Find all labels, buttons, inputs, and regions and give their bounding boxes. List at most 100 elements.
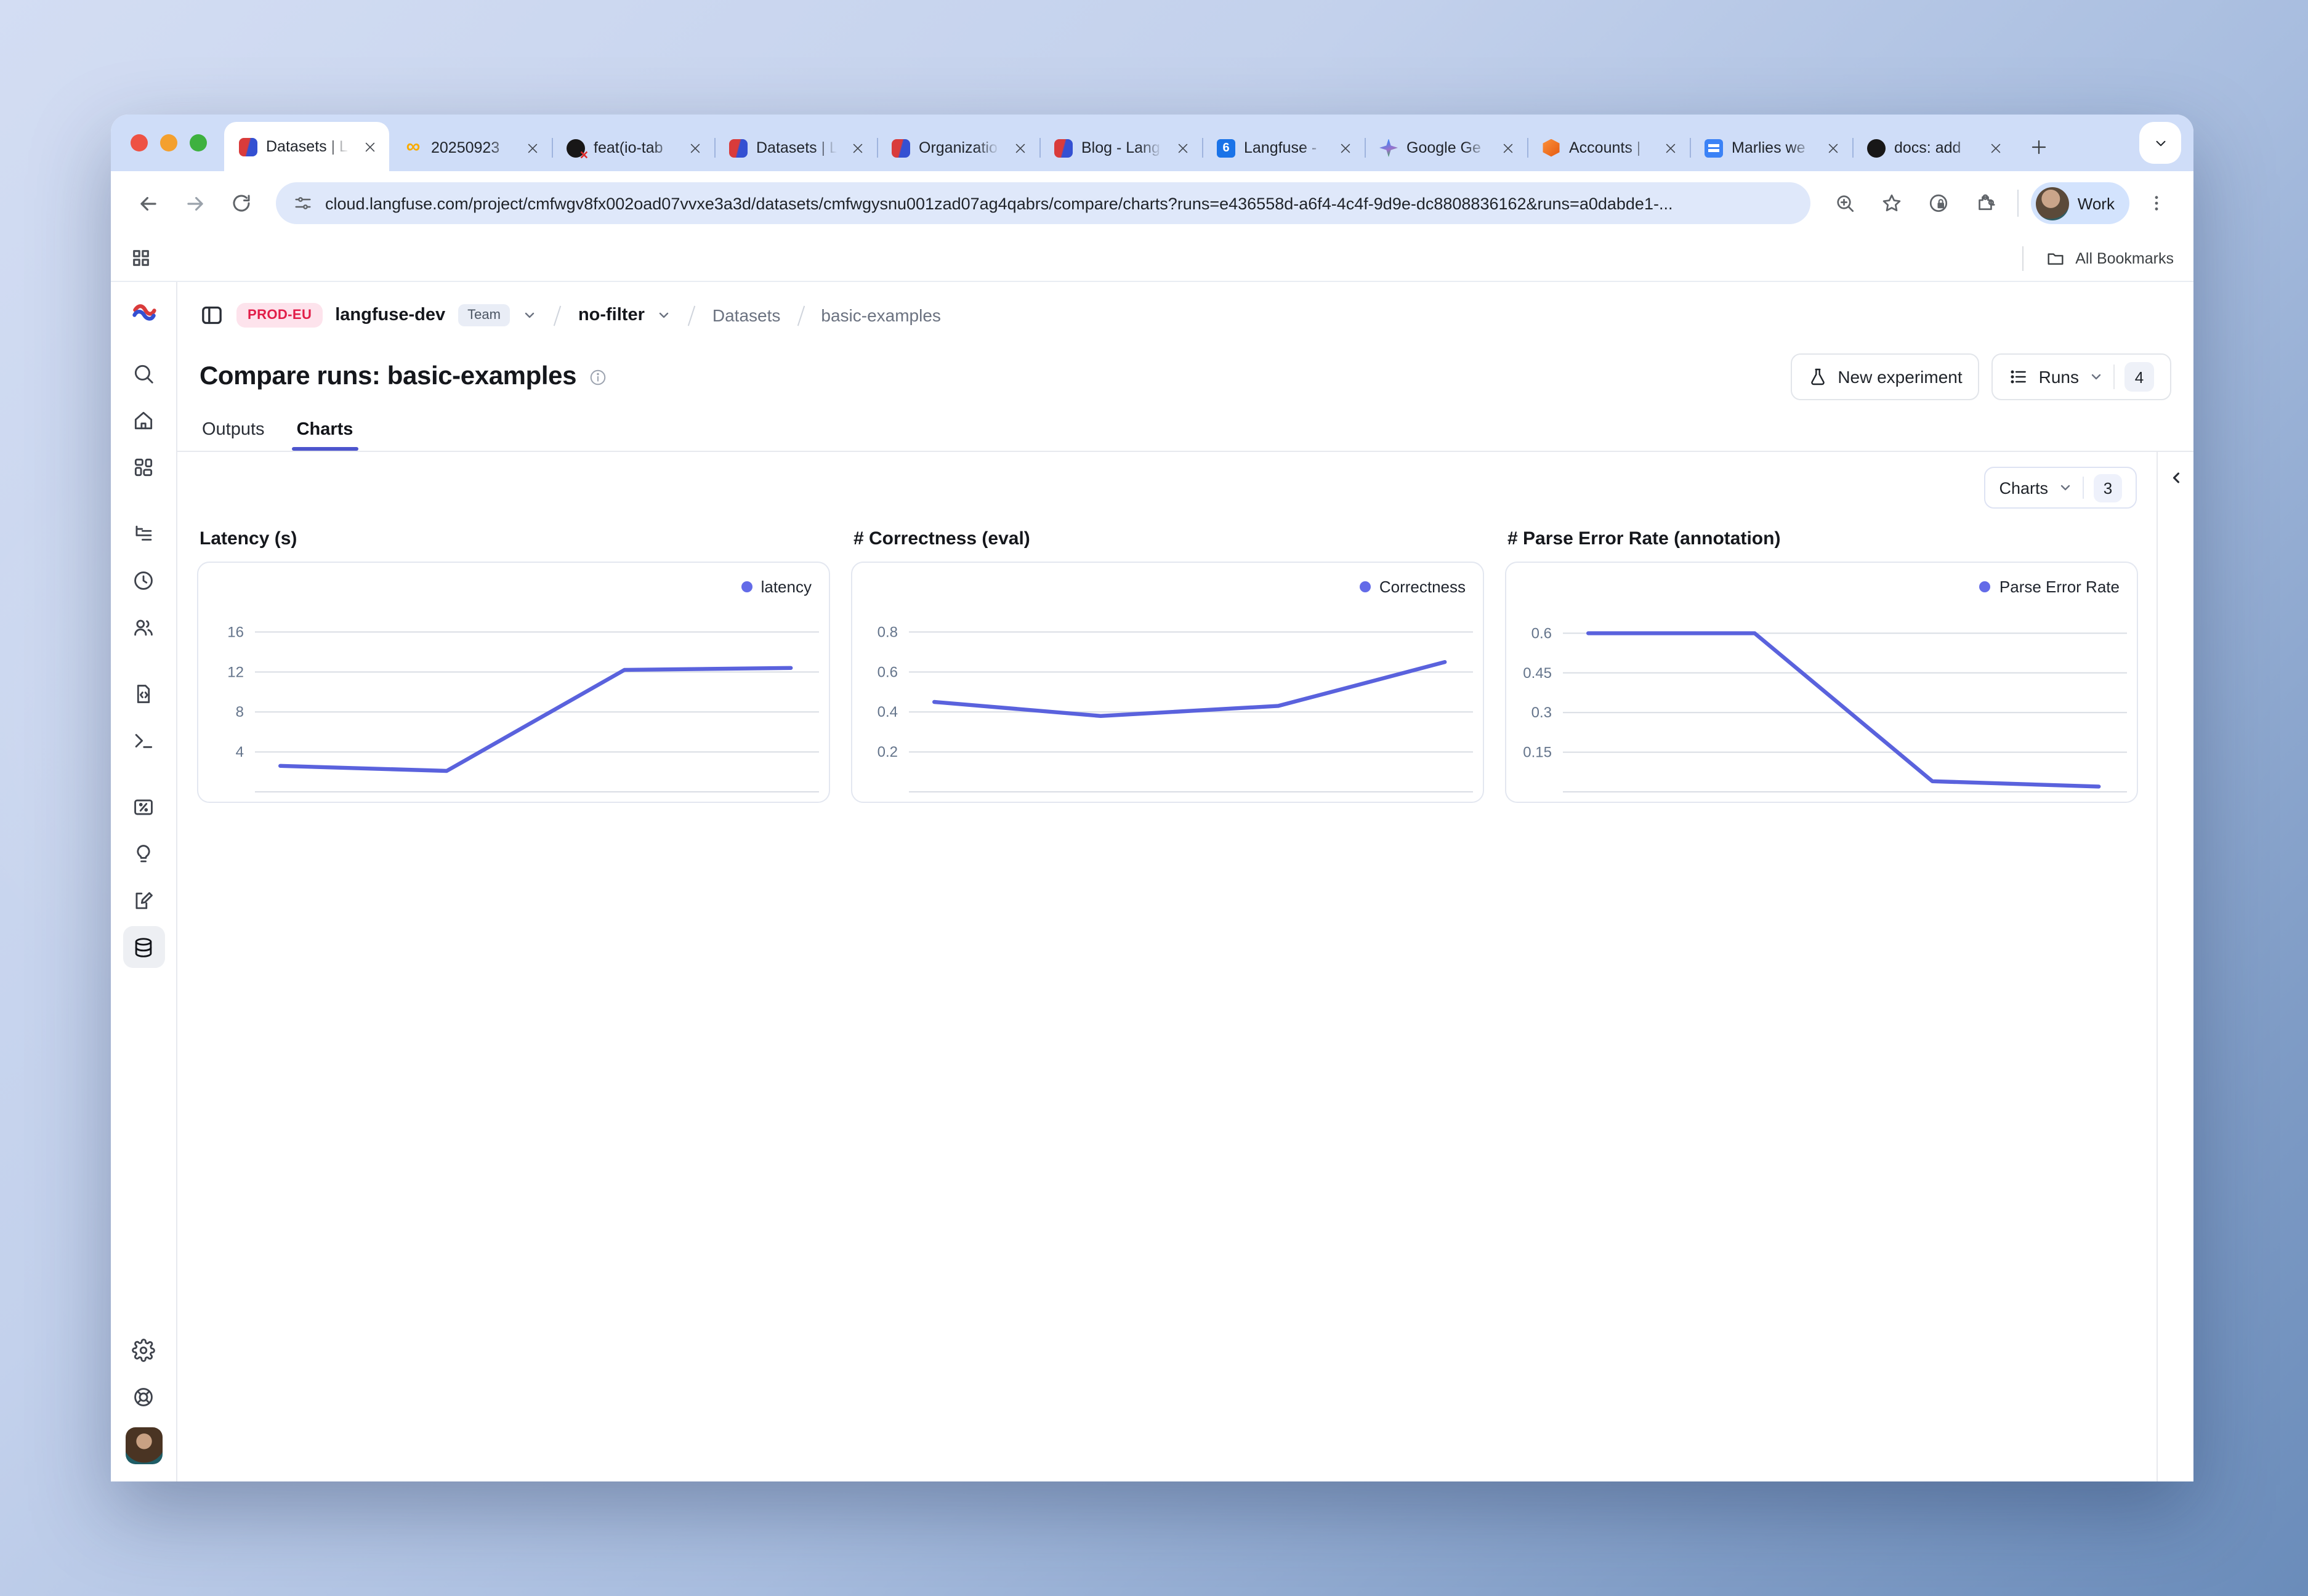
- all-bookmarks[interactable]: All Bookmarks: [2022, 246, 2174, 270]
- breadcrumb-dataset-name[interactable]: basic-examples: [821, 305, 941, 325]
- svg-text:8: 8: [236, 704, 244, 720]
- browser-tab[interactable]: Organizatio: [877, 124, 1039, 171]
- breadcrumb-divider: [797, 305, 804, 326]
- chevron-down-icon: [2089, 369, 2104, 384]
- sidebar-prompts-icon[interactable]: [123, 672, 164, 714]
- app-main: PROD-EU langfuse-dev Team no-filter Data…: [177, 282, 2193, 1481]
- close-tab-icon[interactable]: [1172, 138, 1192, 158]
- browser-tab[interactable]: Blog - Lang: [1039, 124, 1202, 171]
- close-tab-icon[interactable]: [360, 137, 379, 156]
- close-tab-icon[interactable]: [522, 138, 542, 158]
- close-window-button[interactable]: [131, 134, 148, 151]
- browser-tab[interactable]: docs: add: [1852, 124, 2015, 171]
- org-plan-badge: Team: [458, 304, 510, 326]
- right-panel-rail: [2157, 452, 2193, 1481]
- browser-window: Datasets | La 20250923 feat(io-tab Datas…: [111, 115, 2193, 1481]
- browser-tab[interactable]: Marlies we: [1690, 124, 1852, 171]
- project-chevron-down-icon[interactable]: [657, 308, 672, 323]
- svg-text:0.15: 0.15: [1523, 744, 1552, 761]
- sidebar-users-icon[interactable]: [123, 606, 164, 648]
- browser-tab[interactable]: Langfuse -: [1202, 124, 1365, 171]
- tab-title: Datasets | L: [756, 139, 839, 156]
- browser-menu-icon[interactable]: [2137, 183, 2176, 223]
- close-tab-icon[interactable]: [1660, 138, 1680, 158]
- charts-content: Charts 3 Latency (s) 481216: [177, 452, 2157, 1481]
- tab-outputs[interactable]: Outputs: [202, 420, 265, 451]
- user-avatar[interactable]: [125, 1427, 162, 1464]
- minimize-window-button[interactable]: [160, 134, 177, 151]
- new-tab-button[interactable]: [2020, 128, 2057, 165]
- site-settings-icon[interactable]: [293, 193, 313, 213]
- collapse-chevron-left-icon[interactable]: [2167, 469, 2184, 486]
- project-name[interactable]: no-filter: [578, 305, 645, 325]
- charts-count-badge: 3: [2094, 474, 2122, 502]
- legend-dot-icon: [1360, 581, 1371, 592]
- sidebar-support-icon[interactable]: [123, 1376, 164, 1417]
- sidebar-sessions-icon[interactable]: [123, 559, 164, 601]
- org-name[interactable]: langfuse-dev: [335, 305, 445, 325]
- maximize-window-button[interactable]: [190, 134, 207, 151]
- browser-tab[interactable]: Datasets | La: [224, 122, 389, 171]
- cloud-favicon-icon: [1542, 139, 1560, 157]
- sidebar-settings-gear-icon[interactable]: [123, 1329, 164, 1371]
- breadcrumb-divider: [688, 305, 696, 326]
- tab-title: feat(io-tab: [594, 139, 676, 156]
- sidebar-annotation-icon[interactable]: [123, 879, 164, 921]
- close-tab-icon[interactable]: [685, 138, 704, 158]
- profile-chip[interactable]: Work: [2031, 182, 2129, 224]
- browser-tab[interactable]: Datasets | L: [714, 124, 877, 171]
- sidebar-toggle-icon[interactable]: [200, 303, 224, 328]
- line-chart: 0.150.30.450.6: [1506, 563, 2137, 802]
- svg-text:0.6: 0.6: [1531, 625, 1552, 642]
- sidebar-dashboards-icon[interactable]: [123, 446, 164, 488]
- apps-grid-icon[interactable]: [131, 248, 151, 268]
- address-bar[interactable]: cloud.langfuse.com/project/cmfwgv8fx002o…: [276, 182, 1810, 224]
- sidebar-scores-icon[interactable]: [123, 786, 164, 828]
- forward-icon[interactable]: [175, 183, 214, 223]
- browser-tab[interactable]: 20250923: [389, 124, 552, 171]
- close-tab-icon[interactable]: [1985, 138, 2005, 158]
- url-text[interactable]: cloud.langfuse.com/project/cmfwgv8fx002o…: [325, 194, 1672, 212]
- extensions-puzzle-icon[interactable]: [1966, 183, 2005, 223]
- info-icon[interactable]: [589, 368, 607, 386]
- toolbar-divider: [2017, 190, 2019, 217]
- browser-toolbar: cloud.langfuse.com/project/cmfwgv8fx002o…: [111, 171, 2193, 235]
- close-tab-icon[interactable]: [1335, 138, 1355, 158]
- window-controls: [111, 115, 224, 171]
- all-bookmarks-label: All Bookmarks: [2075, 249, 2174, 267]
- password-manager-icon[interactable]: [1919, 183, 1958, 223]
- zoom-icon[interactable]: [1825, 183, 1865, 223]
- profile-name: Work: [2078, 194, 2115, 212]
- page-actions: New experiment Runs 4: [1791, 353, 2171, 400]
- new-experiment-button[interactable]: New experiment: [1791, 353, 1979, 400]
- legend-dot-icon: [1980, 581, 1991, 592]
- svg-text:0.4: 0.4: [878, 704, 898, 720]
- sidebar-playground-icon[interactable]: [123, 719, 164, 761]
- close-tab-icon[interactable]: [1010, 138, 1030, 158]
- tab-charts[interactable]: Charts: [297, 420, 353, 451]
- sidebar-tracing-icon[interactable]: [123, 512, 164, 554]
- close-tab-icon[interactable]: [847, 138, 867, 158]
- legend-dot-icon: [741, 581, 753, 592]
- refresh-icon[interactable]: [222, 183, 261, 223]
- browser-tab[interactable]: Google Ge: [1365, 124, 1527, 171]
- calendar-favicon-icon: [1217, 139, 1235, 157]
- close-tab-icon[interactable]: [1498, 138, 1517, 158]
- runs-dropdown-button[interactable]: Runs 4: [1992, 353, 2171, 400]
- breadcrumb-divider: [554, 305, 562, 326]
- sidebar-evaluators-icon[interactable]: [123, 832, 164, 874]
- browser-tab[interactable]: Accounts |: [1527, 124, 1690, 171]
- browser-tab[interactable]: feat(io-tab: [552, 124, 714, 171]
- langfuse-logo-icon[interactable]: [130, 299, 157, 332]
- sidebar-datasets-icon[interactable]: [123, 926, 164, 968]
- charts-filter-button[interactable]: Charts 3: [1984, 467, 2137, 509]
- sidebar-search-icon[interactable]: [123, 352, 164, 394]
- tab-search-chevron-icon[interactable]: [2139, 122, 2181, 164]
- sidebar-home-icon[interactable]: [123, 399, 164, 441]
- close-tab-icon[interactable]: [1823, 138, 1842, 158]
- back-icon[interactable]: [128, 183, 167, 223]
- org-chevron-down-icon[interactable]: [523, 308, 538, 323]
- bookmark-star-icon[interactable]: [1872, 183, 1911, 223]
- breadcrumb-datasets[interactable]: Datasets: [712, 305, 781, 325]
- tab-strip: Datasets | La 20250923 feat(io-tab Datas…: [111, 115, 2193, 171]
